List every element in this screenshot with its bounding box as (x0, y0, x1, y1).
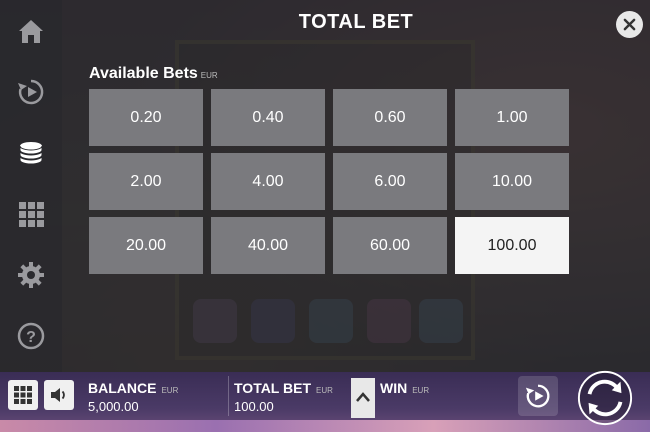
spin-icon (577, 370, 633, 426)
sidebar: ? (0, 0, 62, 372)
bet-option-10-00[interactable]: 10.00 (455, 153, 569, 210)
replay-button[interactable] (0, 61, 62, 122)
speaker-icon (51, 388, 65, 402)
close-icon (623, 18, 636, 31)
bet-options-grid: 0.20 0.40 0.60 1.00 2.00 4.00 6.00 10.00 20.00 40… (89, 89, 569, 274)
total-bet-display: TOTAL BET EUR 100.00 (234, 380, 333, 420)
bet-option-20-00[interactable]: 20.00 (89, 217, 203, 274)
home-icon (19, 19, 43, 43)
help-icon: ? (17, 322, 45, 349)
balance-currency: EUR (161, 386, 179, 395)
bet-option-100-00[interactable]: 100.00 (455, 217, 569, 274)
bet-panel-toggle-button[interactable] (351, 378, 375, 418)
menu-grid-icon (14, 386, 32, 404)
bet-option-6-00[interactable]: 6.00 (333, 153, 447, 210)
menu-button[interactable] (8, 380, 38, 410)
chevron-up-icon (356, 392, 370, 402)
settings-button[interactable] (0, 244, 62, 305)
close-button[interactable] (616, 11, 643, 38)
spin-button[interactable] (572, 368, 638, 428)
balance-display: BALANCE EUR 5,000.00 (88, 380, 178, 420)
win-display: WIN EUR (380, 380, 429, 420)
total-bet-heading: TOTAL BET EUR (234, 380, 333, 396)
win-heading: WIN EUR (380, 380, 429, 396)
total-bet-label: TOTAL BET (234, 380, 311, 396)
currency-label: EUR (200, 71, 218, 80)
svg-text:?: ? (26, 329, 36, 346)
balance-heading: BALANCE EUR (88, 380, 178, 396)
coin-stack-icon (19, 141, 43, 164)
bet-option-2-00[interactable]: 2.00 (89, 153, 203, 210)
bet-settings-button[interactable] (0, 122, 62, 183)
bet-option-0-20[interactable]: 0.20 (89, 89, 203, 146)
autoplay-button[interactable] (518, 376, 558, 416)
bet-option-60-00[interactable]: 60.00 (333, 217, 447, 274)
home-button[interactable] (0, 0, 62, 61)
bet-option-40-00[interactable]: 40.00 (211, 217, 325, 274)
settings-gear-icon (18, 261, 44, 288)
bet-option-1-00[interactable]: 1.00 (455, 89, 569, 146)
decorative-strip (0, 420, 650, 432)
divider (228, 376, 229, 416)
balance-value: 5,000.00 (88, 399, 139, 414)
win-label: WIN (380, 380, 408, 396)
autoplay-icon (525, 384, 550, 408)
sound-button[interactable] (44, 380, 74, 410)
balance-label: BALANCE (88, 380, 157, 396)
replay-icon (18, 79, 44, 104)
win-currency: EUR (412, 386, 430, 395)
bet-option-0-40[interactable]: 0.40 (211, 89, 325, 146)
paytable-button[interactable] (0, 183, 62, 244)
available-bets-label: Available Bets (89, 65, 198, 82)
total-bet-value: 100.00 (234, 399, 274, 414)
bet-option-0-60[interactable]: 0.60 (333, 89, 447, 146)
help-button[interactable]: ? (0, 305, 62, 366)
total-bet-currency: EUR (316, 386, 333, 395)
bet-option-4-00[interactable]: 4.00 (211, 153, 325, 210)
available-bets-heading: Available Bets EUR (89, 65, 218, 83)
paytable-grid-icon (19, 201, 44, 227)
modal-title: TOTAL BET (298, 11, 414, 33)
